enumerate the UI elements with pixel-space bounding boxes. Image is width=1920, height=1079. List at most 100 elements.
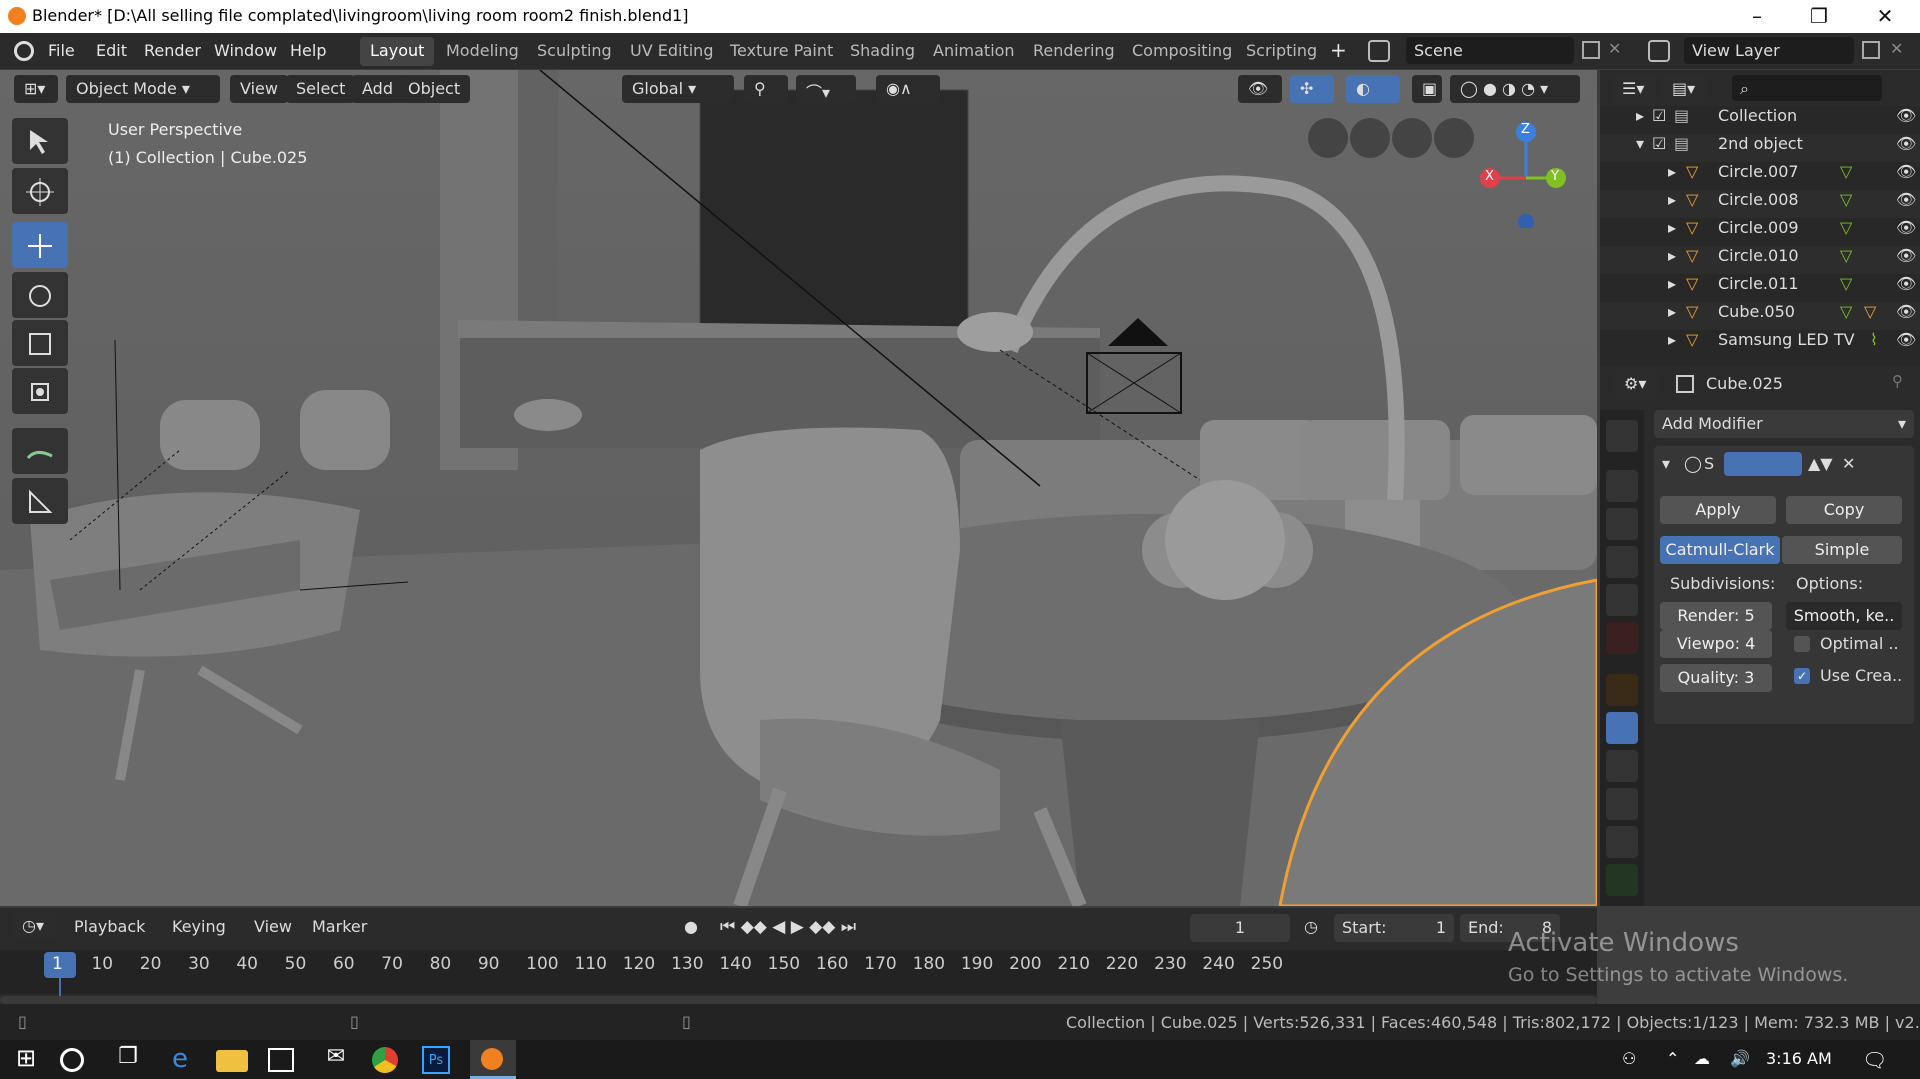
eye-icon[interactable]: 👁 <box>1896 274 1916 293</box>
optimal-display-checkbox[interactable] <box>1794 636 1810 652</box>
orientation-dropdown[interactable]: Global ▾ <box>622 75 734 103</box>
transform-tool[interactable] <box>12 368 68 414</box>
grid-view-icon[interactable] <box>1308 118 1348 158</box>
playback-controls[interactable]: ⏮ ◆◆ ◀ ▶ ◆◆ ⏭ <box>720 917 856 937</box>
marker-menu[interactable]: Marker <box>312 917 367 936</box>
network-icon[interactable]: ☁ <box>1694 1049 1710 1068</box>
tab-texture-paint[interactable]: Texture Paint <box>720 37 843 66</box>
tab-scripting[interactable]: Scripting <box>1236 37 1327 66</box>
current-frame-field[interactable]: 1 <box>1190 914 1290 942</box>
use-creases-checkbox[interactable]: ✓ <box>1794 668 1810 684</box>
outliner-row-circle-007[interactable]: ▸ ▽ Circle.007 ▽ 👁 <box>1600 162 1920 190</box>
eye-icon[interactable]: 👁 <box>1896 330 1916 349</box>
remove-modifier-icon[interactable]: ✕ <box>1842 454 1855 473</box>
select-tool[interactable] <box>12 118 68 164</box>
tab-layout[interactable]: Layout <box>360 37 435 66</box>
data-tab-icon[interactable] <box>1606 864 1638 896</box>
outliner-row-circle-011[interactable]: ▸ ▽ Circle.011 ▽ 👁 <box>1600 274 1920 302</box>
properties-editor-type-icon[interactable]: ⚙▾ <box>1614 370 1658 398</box>
apply-button[interactable]: Apply <box>1660 496 1776 524</box>
menu-help[interactable]: Help <box>290 41 326 60</box>
mode-dropdown[interactable]: Object Mode ▾ <box>66 75 220 103</box>
select-menu[interactable]: Select <box>286 75 356 103</box>
xray-icon[interactable]: ▣ <box>1412 75 1442 103</box>
stopwatch-icon[interactable]: ◷ <box>1304 917 1318 936</box>
outliner-editor-type-icon[interactable]: ☰▾ <box>1612 75 1656 103</box>
overlays-icon[interactable]: ◐ <box>1346 75 1400 103</box>
new-view-layer-icon[interactable] <box>1862 41 1880 59</box>
tab-animation[interactable]: Animation <box>923 37 1025 66</box>
object-tab-icon[interactable] <box>1606 674 1638 706</box>
maximize-button[interactable]: ❐ <box>1796 2 1842 30</box>
outliner-row-collection[interactable]: ▸ ☑ ▤ Collection 👁 <box>1600 106 1920 134</box>
quality-field[interactable]: Quality: 3 <box>1660 664 1772 692</box>
catmull-clark-button[interactable]: Catmull-Clark <box>1660 536 1780 564</box>
outliner-row-circle-010[interactable]: ▸ ▽ Circle.010 ▽ 👁 <box>1600 246 1920 274</box>
eye-icon[interactable]: 👁 <box>1896 162 1916 181</box>
start-windows-icon[interactable]: ⊞ <box>10 1044 42 1076</box>
zoom-icon[interactable] <box>1434 118 1474 158</box>
menu-render[interactable]: Render <box>144 41 201 60</box>
tab-shading[interactable]: Shading <box>840 37 925 66</box>
view-layer-tab-icon[interactable] <box>1606 546 1638 578</box>
gizmo-toggle-icon[interactable]: ✣ <box>1290 75 1334 103</box>
eye-icon[interactable]: 👁 <box>1896 106 1916 125</box>
tool-tab-icon[interactable] <box>1606 420 1638 452</box>
tab-uv-editing[interactable]: UV Editing <box>620 37 723 66</box>
output-tab-icon[interactable] <box>1606 508 1638 540</box>
pivot-icon[interactable]: ⚲ <box>744 75 788 103</box>
simple-button[interactable]: Simple <box>1782 536 1902 564</box>
add-modifier-dropdown[interactable]: Add Modifier ▾ <box>1654 410 1914 438</box>
move-tool[interactable] <box>12 222 68 268</box>
tab-compositing[interactable]: Compositing <box>1122 37 1242 66</box>
people-icon[interactable]: ⚇ <box>1622 1049 1636 1068</box>
outliner-row-circle-008[interactable]: ▸ ▽ Circle.008 ▽ 👁 <box>1600 190 1920 218</box>
store-icon[interactable] <box>268 1048 294 1072</box>
world-tab-icon[interactable] <box>1606 622 1638 654</box>
outliner-row-samsung-tv[interactable]: ▸ ▽ Samsung LED TV ⌇ 👁 <box>1600 330 1920 358</box>
blender-menu-icon[interactable] <box>14 41 34 61</box>
render-tab-icon[interactable] <box>1606 470 1638 502</box>
measure-tool[interactable] <box>12 478 68 524</box>
constraints-tab-icon[interactable] <box>1606 826 1638 858</box>
clock-time[interactable]: 3:16 AM <box>1766 1049 1832 1068</box>
record-icon[interactable]: ● <box>684 917 698 936</box>
photoshop-icon[interactable]: Ps <box>422 1046 450 1074</box>
tab-sculpting[interactable]: Sculpting <box>527 37 622 66</box>
axis-gizmo[interactable]: Z X Y <box>1476 118 1576 230</box>
outliner-row-circle-009[interactable]: ▸ ▽ Circle.009 ▽ 👁 <box>1600 218 1920 246</box>
view-layer-icon[interactable] <box>1648 40 1670 62</box>
add-workspace-button[interactable]: + <box>1330 38 1347 62</box>
remove-scene-icon[interactable]: ✕ <box>1608 39 1621 58</box>
eye-icon[interactable]: 👁 <box>1896 302 1916 321</box>
particles-tab-icon[interactable] <box>1606 750 1638 782</box>
menu-edit[interactable]: Edit <box>96 41 127 60</box>
timeline-scrollbar[interactable] <box>0 996 1597 1004</box>
tray-chevron-icon[interactable]: ⌃ <box>1666 1049 1679 1068</box>
scale-tool[interactable] <box>12 320 68 366</box>
rotate-tool[interactable] <box>12 272 68 318</box>
uv-smooth-dropdown[interactable]: Smooth, ke.. <box>1786 602 1902 630</box>
collapse-chevron-icon[interactable]: ▾ <box>1662 454 1670 473</box>
minimize-button[interactable]: – <box>1734 2 1780 30</box>
start-frame-field[interactable]: Start: 1 <box>1334 914 1454 942</box>
copy-button[interactable]: Copy <box>1786 496 1902 524</box>
timeline-editor-type-icon[interactable]: ◷▾ <box>12 912 56 940</box>
tab-modeling[interactable]: Modeling <box>436 37 529 66</box>
task-view-icon[interactable]: ❐ <box>112 1044 144 1076</box>
shading-modes[interactable]: ◯ ● ◑ ◔ ▾ <box>1450 75 1580 103</box>
menu-file[interactable]: File <box>48 41 75 60</box>
blender-taskbar-item[interactable] <box>470 1040 516 1079</box>
volume-icon[interactable]: 🔊 <box>1730 1049 1750 1068</box>
move-modifier-icon[interactable]: ▲▼ <box>1808 454 1833 473</box>
tab-rendering[interactable]: Rendering <box>1023 37 1125 66</box>
playback-menu[interactable]: Playback <box>74 917 145 936</box>
eye-icon[interactable]: 👁 <box>1896 134 1916 153</box>
proportional-edit-icon[interactable]: ◉∧ <box>876 75 940 103</box>
outliner-search-input[interactable]: ⌕ <box>1732 75 1882 101</box>
timeline-view-menu[interactable]: View <box>254 917 292 936</box>
file-explorer-icon[interactable] <box>216 1050 248 1072</box>
close-window-button[interactable]: ✕ <box>1862 2 1908 30</box>
scene-icon[interactable] <box>1368 40 1390 62</box>
scene-field[interactable]: Scene <box>1406 37 1574 64</box>
